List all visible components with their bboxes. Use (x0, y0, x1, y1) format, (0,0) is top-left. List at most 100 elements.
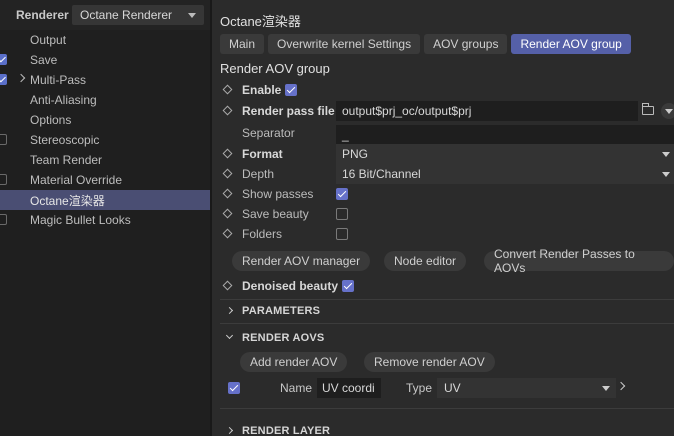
sidebar-item-label: Anti-Aliasing (30, 93, 97, 107)
aov-list-item: Name UV coordi Type UV (212, 377, 674, 399)
sidebar-item[interactable]: Team Render (0, 150, 210, 170)
sidebar-item[interactable]: Output (0, 30, 210, 50)
render-aovs-group-header[interactable]: RENDER AOVS (212, 328, 674, 348)
tab[interactable]: Main (220, 34, 265, 54)
save-beauty-row: Save beauty (212, 204, 674, 224)
aov-type-dropdown[interactable]: UV (437, 378, 616, 398)
denoised-beauty-row: Denoised beauty (212, 276, 674, 296)
enable-row: Enable (212, 80, 674, 100)
folder-icon[interactable] (642, 103, 654, 115)
denoised-beauty-checkbox[interactable] (342, 280, 354, 292)
renderer-label: Renderer (16, 8, 69, 22)
format-value: PNG (342, 147, 369, 161)
keyframe-diamond-icon[interactable] (222, 105, 233, 116)
sidebar-item[interactable]: Octane渲染器 (0, 190, 210, 210)
sidebar-item-checkbox[interactable] (0, 174, 7, 185)
sidebar-item[interactable]: Multi-Pass (0, 70, 210, 90)
main-panel: Octane渲染器 Main Overwrite kernel Settings A… (212, 0, 674, 436)
tab[interactable]: AOV groups (424, 34, 508, 54)
tab-bar: Main Overwrite kernel Settings AOV groups R… (220, 34, 631, 54)
sidebar-item-label: Stereoscopic (30, 133, 100, 147)
parameters-group-header[interactable]: PARAMETERS (212, 301, 674, 321)
folders-row: Folders (212, 224, 674, 244)
render-pass-file-input[interactable]: output$prj_oc/output$prj (336, 101, 638, 121)
sidebar-item-label: Options (30, 113, 72, 127)
renderer-dropdown[interactable]: Octane Renderer (72, 5, 204, 25)
sidebar-item-label: Magic Bullet Looks (30, 213, 131, 227)
aov-enable-checkbox[interactable] (228, 382, 240, 394)
format-row: Format PNG (212, 144, 674, 164)
settings-sidebar: Renderer Octane Renderer Output Save Multi… (0, 0, 210, 436)
separator-label: Separator (242, 126, 295, 140)
separator-input[interactable]: _ (336, 125, 674, 145)
sidebar-item-label: Material Override (30, 173, 123, 187)
folders-label: Folders (242, 227, 283, 241)
keyframe-diamond-icon[interactable] (222, 280, 233, 291)
chevron-down-icon (602, 386, 610, 391)
sidebar-item-label: Octane渲染器 (30, 193, 105, 208)
enable-checkbox[interactable] (285, 84, 297, 96)
divider (220, 299, 674, 300)
section-title: Render AOV group (220, 61, 330, 76)
options-menu-button[interactable] (661, 103, 674, 119)
render-aov-manager-button[interactable]: Render AOV manager (232, 251, 371, 271)
keyframe-diamond-icon[interactable] (222, 208, 233, 219)
tab[interactable]: Overwrite kernel Settings (268, 34, 421, 54)
denoised-beauty-label: Denoised beauty (242, 279, 339, 293)
sidebar-item-label: Team Render (30, 153, 103, 167)
chevron-right-icon[interactable] (616, 381, 626, 391)
sidebar-item[interactable]: Anti-Aliasing (0, 90, 210, 110)
aov-name-label: Name (280, 381, 313, 395)
sidebar-item-checkbox[interactable] (0, 74, 7, 85)
convert-passes-button[interactable]: Convert Render Passes to AOVs (484, 247, 674, 275)
renderer-dropdown-value: Octane Renderer (80, 8, 173, 22)
sidebar-list: Output Save Multi-Pass Anti-Aliasing Options… (0, 30, 210, 230)
sidebar-item[interactable]: Options (0, 110, 210, 130)
sidebar-item-checkbox[interactable] (0, 134, 7, 145)
folders-checkbox[interactable] (336, 228, 348, 240)
sidebar-item[interactable]: Material Override (0, 170, 210, 190)
save-beauty-label: Save beauty (242, 207, 309, 221)
render-layer-group-header[interactable]: RENDER LAYER (212, 421, 674, 436)
render-pass-file-label: Render pass file (242, 104, 335, 118)
keyframe-diamond-icon[interactable] (222, 168, 233, 179)
sidebar-item[interactable]: Magic Bullet Looks (0, 210, 210, 230)
sidebar-item-checkbox[interactable] (0, 54, 7, 65)
keyframe-diamond-icon[interactable] (222, 148, 233, 159)
format-dropdown[interactable]: PNG (336, 144, 674, 164)
show-passes-label: Show passes (242, 187, 314, 201)
depth-value: 16 Bit/Channel (342, 167, 421, 181)
render-pass-file-row: Render pass file output$prj_oc/output$pr… (212, 101, 674, 121)
depth-row: Depth 16 Bit/Channel (212, 164, 674, 184)
sidebar-item[interactable]: Save (0, 50, 210, 70)
chevron-right-icon[interactable] (16, 73, 26, 83)
format-label: Format (242, 147, 283, 161)
save-beauty-checkbox[interactable] (336, 208, 348, 220)
sidebar-item-checkbox[interactable] (0, 214, 7, 225)
chevron-down-icon (662, 172, 670, 177)
chevron-right-icon (225, 426, 234, 435)
page-title: Octane渲染器 (220, 14, 301, 29)
node-editor-button[interactable]: Node editor (384, 251, 467, 271)
chevron-down-icon (662, 152, 670, 157)
renderer-row: Renderer Octane Renderer (0, 0, 210, 30)
sidebar-item-label: Save (30, 53, 58, 67)
enable-label: Enable (242, 83, 282, 97)
add-render-aov-button[interactable]: Add render AOV (240, 352, 348, 372)
separator-row: Separator _ (212, 123, 674, 145)
aov-type-value: UV (444, 381, 461, 395)
render-aovs-label: RENDER AOVS (242, 332, 325, 344)
aov-name-input[interactable]: UV coordi (317, 378, 381, 398)
sidebar-item-label: Multi-Pass (30, 73, 87, 87)
sidebar-item[interactable]: Stereoscopic (0, 130, 210, 150)
tab[interactable]: Render AOV group (511, 34, 631, 54)
remove-render-aov-button[interactable]: Remove render AOV (364, 352, 495, 372)
depth-dropdown[interactable]: 16 Bit/Channel (336, 164, 674, 184)
depth-label: Depth (242, 167, 275, 181)
aov-type-label: Type (406, 381, 433, 395)
keyframe-diamond-icon[interactable] (222, 188, 233, 199)
keyframe-diamond-icon[interactable] (222, 228, 233, 239)
keyframe-diamond-icon[interactable] (222, 84, 233, 95)
show-passes-checkbox[interactable] (336, 188, 348, 200)
chevron-down-icon (225, 331, 234, 340)
